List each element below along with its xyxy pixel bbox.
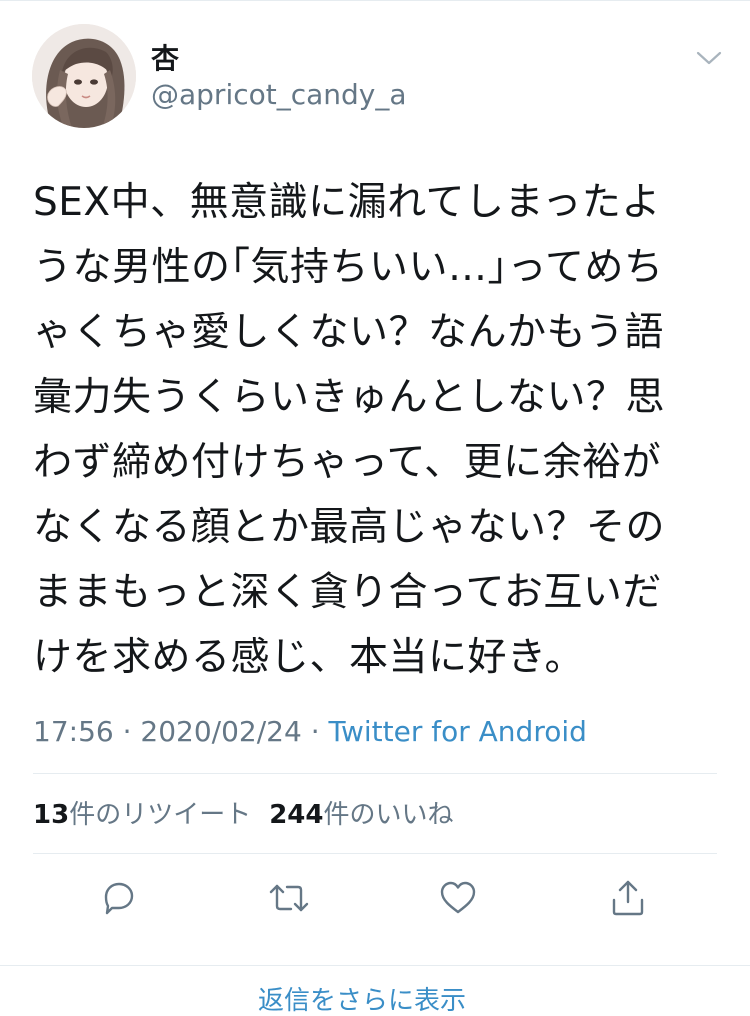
retweets-count: 13 — [33, 800, 70, 830]
like-button[interactable] — [430, 870, 486, 926]
retweet-icon — [269, 884, 309, 912]
share-button[interactable] — [600, 870, 656, 926]
tweet-text-line: うな男性の｢気持ちいい…｣ってめち — [33, 245, 664, 290]
likes-stat[interactable]: 244件のいいね — [269, 800, 453, 830]
more-options-button[interactable] — [692, 44, 726, 72]
reply-icon — [104, 882, 134, 915]
tweet-text-line: けを求める感じ、本当に好き。 — [33, 635, 585, 680]
tweet-text-line: 彙力失うくらいきゅんとしない？思 — [33, 375, 666, 420]
tweet-action-bar — [0, 870, 750, 926]
top-divider — [0, 0, 750, 1]
meta-separator: · — [113, 715, 141, 748]
tweet-text-line: ままもっと深く貪り合ってお互いだ — [33, 570, 662, 615]
display-name[interactable]: 杏 — [151, 42, 179, 76]
client-link[interactable]: Twitter for Android — [329, 715, 587, 748]
likes-count: 244 — [269, 800, 324, 830]
divider — [33, 773, 717, 774]
meta-separator: · — [301, 715, 329, 748]
show-more-replies-link[interactable]: 返信をさらに表示 — [258, 986, 466, 1016]
divider — [0, 965, 750, 966]
tweet-text-line: ゃくちゃ愛しくない？なんかもう語 — [33, 310, 664, 355]
tweet-metadata: 17:56 · 2020/02/24 · Twitter for Android — [33, 714, 587, 750]
retweets-stat[interactable]: 13件のリツイート — [33, 800, 251, 830]
tweet-text: SEX中、無意識に漏れてしまったよ うな男性の｢気持ちいい…｣ってめち ゃくちゃ… — [33, 170, 703, 690]
divider — [33, 853, 717, 854]
tweet-detail: 杏 @apricot_candy_a SEX中、無意識に漏れてしまったよ うな男… — [0, 0, 750, 1016]
tweet-text-line: なくなる顔とか最高じゃない？その — [33, 505, 666, 550]
retweets-label: 件のリツイート — [69, 800, 252, 830]
chevron-down-icon — [696, 51, 722, 65]
tweet-time: 17:56 — [33, 715, 114, 748]
avatar[interactable] — [32, 24, 136, 128]
avatar-illustration-icon — [32, 24, 136, 128]
tweet-stats: 13件のリツイート 244件のいいね — [33, 797, 454, 833]
retweet-button[interactable] — [261, 870, 317, 926]
heart-icon — [440, 881, 476, 914]
share-icon — [612, 880, 644, 916]
reply-button[interactable] — [90, 870, 146, 926]
tweet-text-line: わず締め付けちゃって、更に余裕が — [33, 440, 662, 485]
likes-label: 件のいいね — [323, 800, 454, 830]
username[interactable]: @apricot_candy_a — [151, 78, 407, 112]
tweet-text-line: SEX中、無意識に漏れてしまったよ — [33, 180, 661, 225]
tweet-date: 2020/02/24 — [140, 715, 302, 748]
